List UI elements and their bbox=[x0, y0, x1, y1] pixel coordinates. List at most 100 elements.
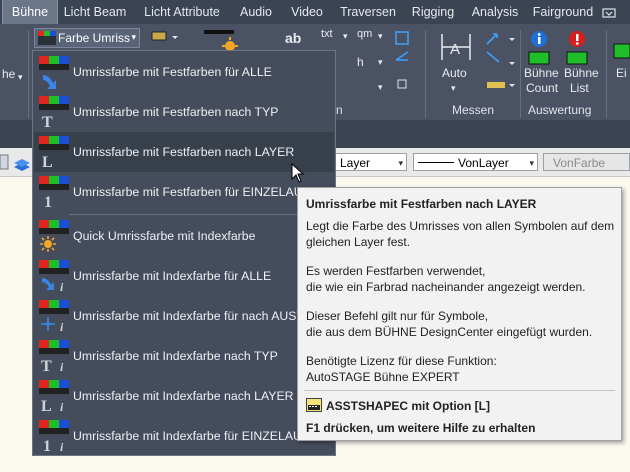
tab-traversen[interactable]: Traversen bbox=[334, 0, 402, 24]
menu-item-label: Umrissfarbe mit Festfarben nach TYP bbox=[73, 105, 279, 119]
menu-item-indexfarbe-alle[interactable]: i Umrissfarbe mit Indexfarbe für ALLE bbox=[34, 256, 334, 296]
farbe-umriss-button[interactable]: Farbe Umriss ▾ bbox=[34, 28, 140, 48]
buehne-list-line2[interactable]: List bbox=[570, 81, 589, 95]
svg-text:A: A bbox=[450, 41, 460, 58]
tab-rigging[interactable]: Rigging bbox=[404, 0, 462, 24]
tab-licht-attribute[interactable]: Licht Attribute bbox=[134, 0, 230, 24]
color-swatch-sun-icon bbox=[39, 220, 69, 252]
menu-item-indexfarbe-layer[interactable]: L i Umrissfarbe mit Indexfarbe nach LAYE… bbox=[34, 376, 334, 416]
menu-item-indexfarbe-auswahl[interactable]: i Umrissfarbe mit Indexfarbe für nach AU… bbox=[34, 296, 334, 336]
tooltip-divider bbox=[304, 390, 615, 391]
color-swatch-crosshair-icon: i bbox=[39, 300, 69, 333]
ab-label[interactable]: ab bbox=[285, 30, 301, 46]
tab-buehne[interactable]: Bühne bbox=[2, 0, 58, 24]
menu-item-label: Umrissfarbe mit Festfarben für ALLE bbox=[73, 65, 272, 79]
ribbon-separator bbox=[425, 30, 426, 118]
menu-item-label: Umrissfarbe mit Indexfarbe für EINZELAUS… bbox=[73, 429, 333, 443]
menu-item-festfarben-layer[interactable]: L Umrissfarbe mit Festfarben nach LAYER bbox=[34, 132, 334, 172]
keyboard-icon bbox=[306, 398, 322, 412]
chevron-down-icon[interactable]: ▾ bbox=[18, 72, 23, 83]
linetype-combo[interactable]: VonLayer ▾ bbox=[413, 153, 538, 171]
measure-auto-icon[interactable]: A bbox=[440, 30, 472, 64]
buehne-count-line1[interactable]: Bühne bbox=[524, 66, 559, 80]
cursor-icon bbox=[291, 163, 305, 183]
svg-text:i: i bbox=[60, 440, 64, 453]
chevron-down-icon[interactable]: ▾ bbox=[451, 83, 456, 94]
color-swatch-layer-icon: L bbox=[39, 136, 69, 169]
tab-analysis[interactable]: Analysis bbox=[464, 0, 526, 24]
tab-fairground[interactable]: Fairground bbox=[528, 0, 598, 24]
farbe-umriss-dropdown-menu: Umrissfarbe mit Festfarben für ALLE T Um… bbox=[32, 50, 336, 456]
color-swatch-single-index-icon: 1 i bbox=[39, 420, 69, 453]
layer-combo[interactable]: Layer ▾ bbox=[335, 153, 407, 171]
menu-item-label: Umrissfarbe mit Festfarben für EINZELAUS… bbox=[73, 185, 333, 199]
tab-audio[interactable]: Audio bbox=[232, 0, 280, 24]
color-combo-value: VonFarbe bbox=[553, 156, 606, 170]
tooltip-f1-help: F1 drücken, um weitere Hilfe zu erhalten bbox=[306, 421, 536, 435]
menu-item-label: Umrissfarbe mit Indexfarbe für ALLE bbox=[73, 269, 272, 283]
menu-item-quick-indexfarbe[interactable]: Quick Umrissfarbe mit Indexfarbe bbox=[34, 216, 334, 256]
command-tooltip: Umrissfarbe mit Festfarben nach LAYER Le… bbox=[297, 187, 622, 441]
info-icon[interactable] bbox=[527, 30, 553, 68]
svg-text:L: L bbox=[41, 398, 52, 413]
ribbon-separator bbox=[28, 30, 29, 118]
color-swatch-arrow-index-icon: i bbox=[39, 260, 69, 293]
line-sample-icon bbox=[418, 162, 454, 163]
menu-item-label: Umrissfarbe mit Indexfarbe nach TYP bbox=[73, 349, 278, 363]
buehne-list-line1[interactable]: Bühne bbox=[564, 66, 599, 80]
menu-separator bbox=[69, 214, 333, 215]
svg-text:i: i bbox=[60, 320, 64, 333]
chevron-down-icon[interactable]: ▾ bbox=[378, 31, 383, 42]
tooltip-text: Es werden Festfarben verwendet, bbox=[306, 264, 486, 278]
menu-item-indexfarbe-typ[interactable]: T i Umrissfarbe mit Indexfarbe nach TYP bbox=[34, 336, 334, 376]
menu-item-festfarben-einzelauswahl[interactable]: 1 Umrissfarbe mit Festfarben für EINZELA… bbox=[34, 172, 334, 212]
qm-label[interactable]: qm bbox=[357, 28, 372, 40]
chevron-down-icon[interactable]: ▾ bbox=[378, 82, 383, 93]
color-swatch-type-icon: T bbox=[39, 96, 69, 129]
layer-tools-icon[interactable] bbox=[0, 153, 32, 173]
ribbon-separator bbox=[520, 30, 521, 118]
tooltip-text: gleichen Layer fest. bbox=[306, 235, 411, 249]
tabs-overflow-icon[interactable] bbox=[600, 0, 620, 24]
ei-label[interactable]: Ei bbox=[616, 66, 627, 80]
menu-item-festfarben-alle[interactable]: Umrissfarbe mit Festfarben für ALLE bbox=[34, 52, 334, 92]
h-label[interactable]: h bbox=[357, 55, 364, 69]
tab-licht-beam[interactable]: Licht Beam bbox=[58, 0, 132, 24]
tooltip-text: Legt die Farbe des Umrisses von allen Sy… bbox=[306, 219, 615, 233]
tab-video[interactable]: Video bbox=[282, 0, 332, 24]
chevron-down-icon[interactable]: ▾ bbox=[529, 154, 534, 172]
tooltip-text: Dieser Befehl gilt nur für Symbole, bbox=[306, 309, 489, 323]
svg-text:L: L bbox=[42, 154, 53, 169]
svg-text:T: T bbox=[42, 114, 53, 129]
tooltip-text: die wie ein Farbrad nacheinander angezei… bbox=[306, 280, 586, 294]
menu-item-festfarben-typ[interactable]: T Umrissfarbe mit Festfarben nach TYP bbox=[34, 92, 334, 132]
tooltip-text: die aus dem BÜHNE DesignCenter eingefügt… bbox=[306, 325, 593, 339]
menu-item-label: Umrissfarbe mit Indexfarbe nach LAYER bbox=[73, 389, 294, 403]
tooltip-title: Umrissfarbe mit Festfarben nach LAYER bbox=[306, 197, 537, 211]
chevron-down-icon[interactable]: ▾ bbox=[378, 57, 383, 68]
menu-item-indexfarbe-einzelauswahl[interactable]: 1 i Umrissfarbe mit Indexfarbe für EINZE… bbox=[34, 416, 334, 456]
chevron-down-icon[interactable]: ▾ bbox=[398, 154, 403, 172]
svg-text:i: i bbox=[60, 400, 64, 413]
txt-label[interactable]: txt bbox=[321, 28, 333, 40]
color-combo[interactable]: VonFarbe bbox=[543, 153, 630, 171]
svg-text:i: i bbox=[60, 280, 64, 293]
partial-icon[interactable] bbox=[612, 42, 630, 62]
color-swatch-arrow-icon bbox=[39, 56, 69, 89]
warning-icon[interactable] bbox=[565, 30, 591, 68]
menu-item-label: Quick Umrissfarbe mit Indexfarbe bbox=[73, 229, 256, 243]
buehne-count-line2[interactable]: Count bbox=[526, 81, 558, 95]
color-swatch-icon bbox=[38, 31, 56, 45]
chevron-down-icon[interactable]: ▾ bbox=[343, 31, 348, 42]
measure-tools-icon[interactable] bbox=[483, 30, 517, 100]
dimension-tools-icon[interactable] bbox=[394, 30, 412, 104]
chevron-down-icon[interactable]: ▾ bbox=[131, 32, 136, 43]
auto-label[interactable]: Auto bbox=[442, 66, 467, 80]
svg-text:1: 1 bbox=[43, 438, 51, 453]
line-color-icon[interactable] bbox=[150, 30, 180, 46]
color-swatch-layer-index-icon: L i bbox=[39, 380, 69, 413]
messen-group-label: Messen bbox=[452, 103, 495, 117]
color-swatch-single-icon: 1 bbox=[39, 176, 69, 209]
ribbon-separator bbox=[606, 30, 607, 118]
layer-combo-value: Layer bbox=[340, 156, 371, 170]
